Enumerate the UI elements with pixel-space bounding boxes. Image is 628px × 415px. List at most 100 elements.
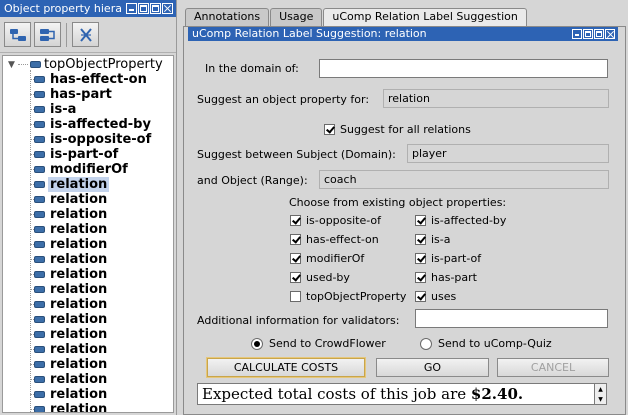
property-option[interactable]: is-part-of: [415, 252, 481, 265]
tree-item[interactable]: relation: [29, 177, 153, 192]
suggest-all-checkbox-row[interactable]: Suggest for all relations: [324, 123, 471, 136]
send-ucomp-quiz-option[interactable]: Send to uComp-Quiz: [420, 337, 552, 350]
tree-item[interactable]: relation: [29, 192, 153, 207]
add-subproperty-button[interactable]: [4, 22, 31, 47]
suggest-for-label: Suggest an object property for:: [197, 93, 370, 106]
tree-item[interactable]: relation: [29, 297, 153, 312]
property-checkbox[interactable]: [290, 272, 301, 283]
expected-cost-display: Expected total costs of this job are $2.…: [197, 383, 595, 405]
property-label: has-effect-on: [306, 233, 379, 246]
calculate-costs-button[interactable]: CALCULATE COSTS: [206, 357, 366, 378]
tree-item[interactable]: relation: [29, 402, 153, 412]
tree-root-node[interactable]: ▼ topObjectProperty: [8, 57, 163, 72]
property-option[interactable]: modifierOf: [290, 252, 364, 265]
choose-properties-label: Choose from existing object properties:: [289, 196, 507, 209]
object-property-icon: [34, 301, 45, 308]
send-crowdflower-option[interactable]: Send to CrowdFlower: [251, 337, 386, 350]
tree-item[interactable]: is-opposite-of: [29, 132, 153, 147]
tree-item[interactable]: is-part-of: [29, 147, 153, 162]
additional-info-input[interactable]: [415, 309, 608, 328]
tree-item[interactable]: relation: [29, 267, 153, 282]
tree-item[interactable]: is-affected-by: [29, 117, 153, 132]
tree-item-label: relation: [50, 342, 108, 357]
property-checkbox[interactable]: [415, 234, 426, 245]
tab-annotations[interactable]: Annotations: [185, 8, 270, 26]
object-property-icon: [34, 196, 45, 203]
property-option[interactable]: uses: [415, 290, 456, 303]
send-ucomp-quiz-label: Send to uComp-Quiz: [438, 337, 552, 350]
tree-item[interactable]: is-a: [29, 102, 153, 117]
suggest-all-checkbox[interactable]: [324, 124, 335, 135]
close-icon[interactable]: [605, 29, 615, 39]
object-property-icon: [34, 241, 45, 248]
tree-item[interactable]: relation: [29, 312, 153, 327]
delete-property-button[interactable]: [72, 22, 99, 47]
tree-item[interactable]: relation: [29, 207, 153, 222]
tree-item[interactable]: relation: [29, 357, 153, 372]
object-property-icon: [30, 61, 41, 68]
tree-item[interactable]: relation: [29, 222, 153, 237]
restore-icon[interactable]: [150, 3, 161, 14]
tree-item[interactable]: has-part: [29, 87, 153, 102]
tree-item[interactable]: relation: [29, 372, 153, 387]
tree-item[interactable]: relation: [29, 327, 153, 342]
restore-icon[interactable]: [594, 29, 604, 39]
property-tree[interactable]: ▼ topObjectProperty has-effect-on has-par…: [2, 55, 174, 413]
tree-item-label: relation: [50, 387, 108, 402]
object-property-icon: [34, 151, 45, 158]
property-checkbox[interactable]: [290, 215, 301, 226]
cost-spinner[interactable]: ▲ ▼: [594, 383, 607, 405]
tab-ucomp-relation-label-suggestion[interactable]: uComp Relation Label Suggestion: [323, 8, 527, 27]
property-checkbox[interactable]: [415, 291, 426, 302]
tree-item[interactable]: relation: [29, 387, 153, 402]
property-option[interactable]: used-by: [290, 271, 350, 284]
property-label: uses: [431, 290, 457, 303]
add-subproperty-icon: [9, 28, 26, 41]
property-checkbox[interactable]: [290, 291, 301, 302]
tree-item[interactable]: has-effect-on: [29, 72, 153, 87]
property-label: used-by: [306, 271, 350, 284]
send-crowdflower-label: Send to CrowdFlower: [269, 337, 386, 350]
tree-item-label: relation: [50, 222, 108, 237]
tree-item[interactable]: relation: [29, 282, 153, 297]
send-crowdflower-radio[interactable]: [251, 337, 263, 350]
property-checkbox[interactable]: [290, 234, 301, 245]
tab-bar: Annotations Usage uComp Relation Label S…: [185, 8, 527, 27]
object-property-icon: [34, 286, 45, 293]
property-option[interactable]: is-affected-by: [415, 214, 506, 227]
send-ucomp-quiz-radio[interactable]: [420, 337, 432, 350]
toolbar-separator: [66, 22, 67, 47]
property-option[interactable]: is-opposite-of: [290, 214, 381, 227]
ucomp-panel-titlebar[interactable]: uComp Relation Label Suggestion: relatio…: [188, 27, 618, 41]
tree-item[interactable]: relation: [29, 342, 153, 357]
property-checkbox[interactable]: [415, 215, 426, 226]
tree-item[interactable]: relation: [29, 237, 153, 252]
minimize-icon[interactable]: [126, 3, 137, 14]
cost-text: Expected total costs of this job are: [202, 385, 471, 403]
property-option[interactable]: has-part: [415, 271, 477, 284]
maximize-icon[interactable]: [138, 3, 149, 14]
maximize-icon[interactable]: [583, 29, 593, 39]
minimize-icon[interactable]: [572, 29, 582, 39]
property-checkbox[interactable]: [415, 253, 426, 264]
collapse-icon[interactable]: ▼: [8, 60, 18, 70]
property-option[interactable]: topObjectProperty: [290, 290, 406, 303]
object-property-icon: [34, 346, 45, 353]
left-panel-titlebar[interactable]: Object property hiera: [0, 0, 176, 17]
property-checkbox[interactable]: [290, 253, 301, 264]
tree-item[interactable]: modifierOf: [29, 162, 153, 177]
tab-usage[interactable]: Usage: [270, 8, 323, 26]
add-sibling-property-button[interactable]: [34, 22, 61, 47]
property-option[interactable]: is-a: [415, 233, 451, 246]
cancel-button[interactable]: CANCEL: [497, 358, 609, 377]
property-option[interactable]: has-effect-on: [290, 233, 379, 246]
spinner-down-icon[interactable]: ▼: [598, 396, 603, 403]
property-checkbox[interactable]: [415, 272, 426, 283]
tree-item-label: relation: [50, 282, 108, 297]
property-label: is-a: [431, 233, 451, 246]
go-button[interactable]: GO: [376, 358, 489, 377]
tree-item[interactable]: relation: [29, 252, 153, 267]
close-icon[interactable]: [162, 3, 173, 14]
domain-input[interactable]: [319, 59, 608, 78]
spinner-up-icon[interactable]: ▲: [598, 386, 603, 393]
